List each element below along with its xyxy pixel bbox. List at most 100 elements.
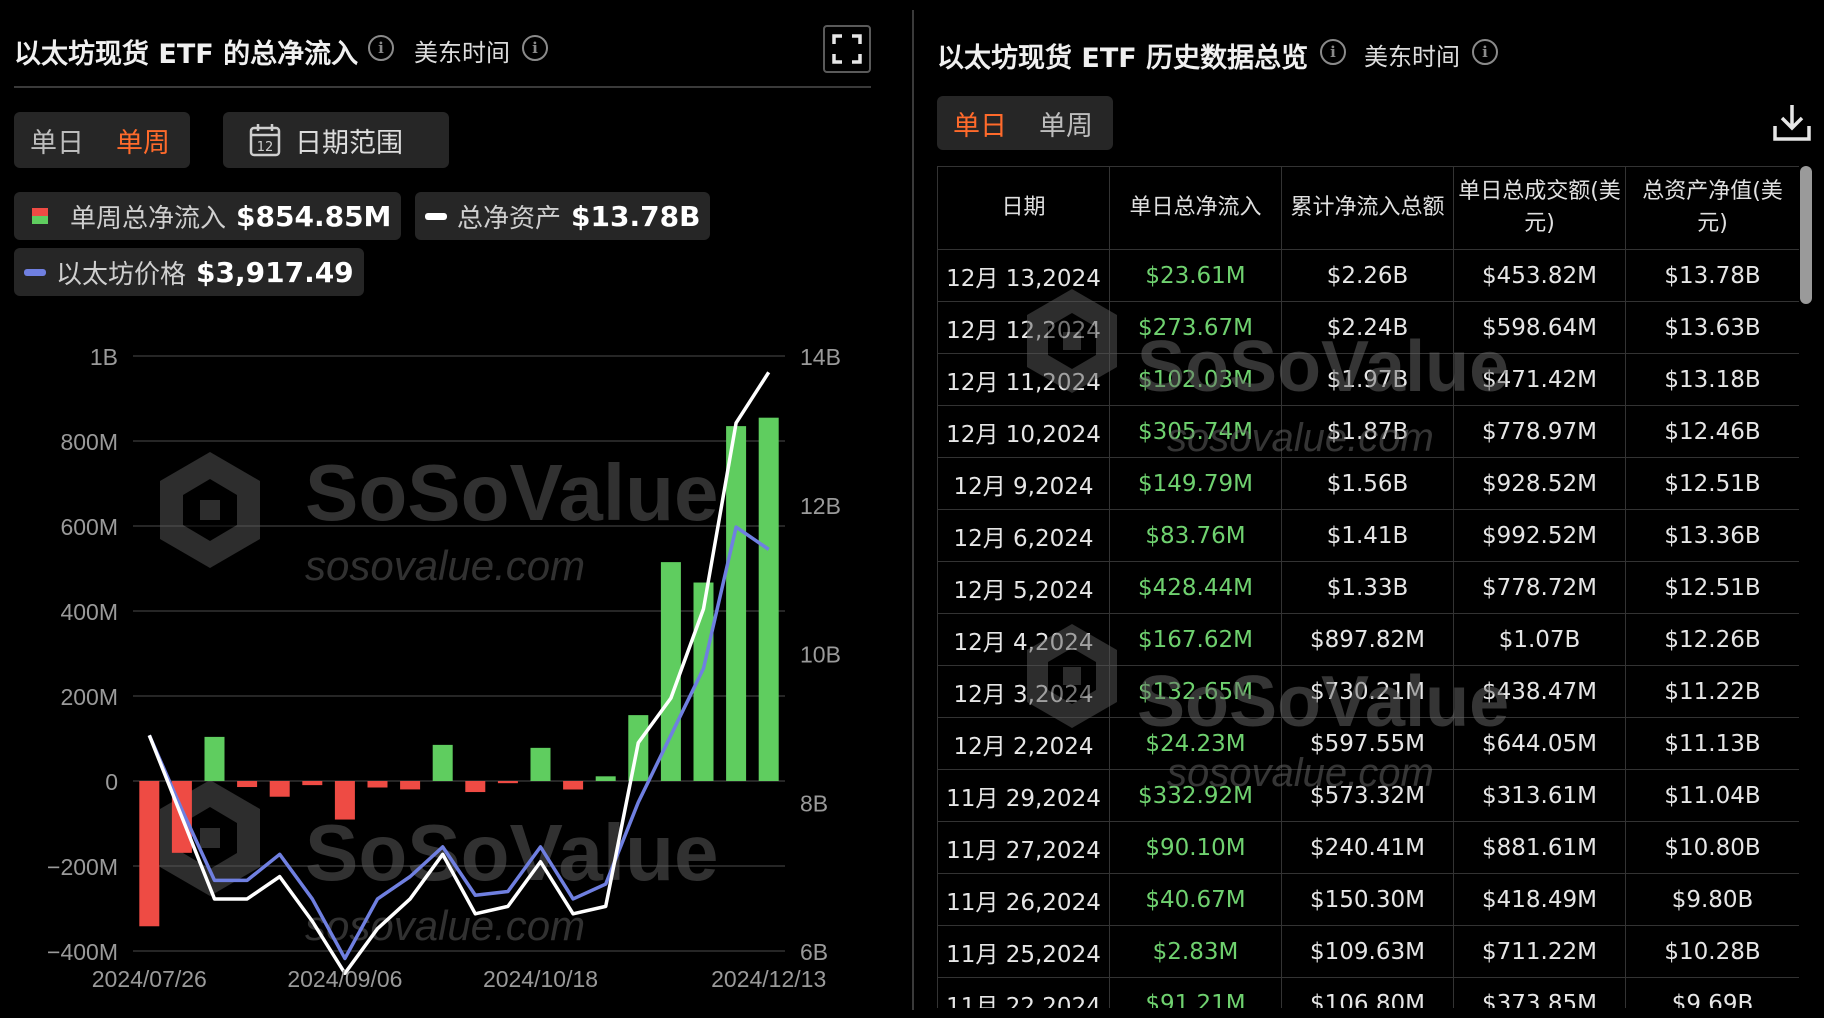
weekly-inflow-stat: 单周总净流入 $854.85M	[14, 192, 402, 240]
watermark-brand: SoSoValue	[305, 448, 718, 537]
left-axis-tick: 800M	[60, 429, 118, 455]
table-cell: $1.87B	[1281, 405, 1454, 458]
table-cell: $109.63M	[1281, 925, 1454, 978]
table-cell: $83.76M	[1109, 509, 1282, 562]
table-cell: $1.56B	[1281, 457, 1454, 510]
table-cell: $273.67M	[1109, 301, 1282, 354]
left-axis-tick: 400M	[60, 599, 118, 625]
table-cell: $644.05M	[1453, 717, 1626, 770]
date-range-label: 日期范围	[295, 127, 403, 159]
table-period-toggle: 单日 单周	[937, 96, 1113, 150]
tab-weekly[interactable]: 单周	[1023, 104, 1109, 143]
table-cell: $597.55M	[1281, 717, 1454, 770]
history-table: 日期 单日总净流入 累计净流入总额 单日总成交额(美元) 总资产净值(美元) 12月 1…	[937, 166, 1799, 1008]
inflow-bar	[563, 781, 584, 790]
period-toggle: 单日 单周	[14, 112, 190, 168]
inflow-bar	[595, 776, 616, 781]
right-axis-tick: 14B	[800, 344, 841, 370]
download-button[interactable]	[1772, 102, 1812, 146]
table-cell: $438.47M	[1453, 665, 1626, 718]
info-icon[interactable]: i	[1472, 39, 1498, 65]
inflow-bar	[269, 781, 290, 797]
table-cell: $149.79M	[1109, 457, 1282, 510]
table-cell: $897.82M	[1281, 613, 1454, 666]
table-scrollbar[interactable]	[1800, 166, 1812, 304]
table-row: 12月 9,2024 $149.79M $1.56B $928.52M $12.51B	[937, 457, 1799, 510]
right-axis-tick: 6B	[800, 939, 828, 965]
tab-daily[interactable]: 单日	[14, 121, 100, 160]
right-axis-tick: 12B	[800, 493, 841, 519]
inflow-bar	[367, 781, 388, 788]
left-axis-tick: −200M	[47, 854, 118, 880]
table-cell: 12月 12,2024	[937, 301, 1110, 354]
info-icon[interactable]: i	[1320, 39, 1346, 65]
inflow-bar	[726, 426, 747, 781]
table-row: 11月 22,2024 $91.21M $106.80M $373.85M $9.69B	[937, 977, 1799, 1008]
inflow-bar	[465, 781, 486, 793]
table-cell: 12月 4,2024	[937, 613, 1110, 666]
info-icon[interactable]: i	[368, 35, 394, 61]
table-cell: $778.72M	[1453, 561, 1626, 614]
table-cell: $598.64M	[1453, 301, 1626, 354]
table-cell: $10.80B	[1625, 821, 1799, 874]
net-assets-value: $13.78B	[571, 199, 701, 233]
table-cell: 11月 29,2024	[937, 769, 1110, 822]
inflow-bar	[334, 781, 355, 820]
calendar-day: 12	[257, 140, 274, 155]
watermark-logo-icon	[160, 452, 260, 568]
table-cell: $132.65M	[1109, 665, 1282, 718]
table-cell: $11.22B	[1625, 665, 1799, 718]
table-cell: $992.52M	[1453, 509, 1626, 562]
table-cell: $373.85M	[1453, 977, 1626, 1008]
table-cell: $23.61M	[1109, 249, 1282, 302]
table-cell: $305.74M	[1109, 405, 1282, 458]
eth-price-stat: 以太坊价格 $3,917.49	[14, 248, 364, 296]
table-cell: 11月 22,2024	[937, 977, 1110, 1008]
watermark-layer: SoSoValuesosovalue.comSoSoValuesosovalue…	[160, 448, 718, 949]
inflow-bar	[302, 781, 323, 786]
x-axis-tick: 2024/10/18	[483, 966, 598, 992]
table-row: 11月 26,2024 $40.67M $150.30M $418.49M $9.80B	[937, 873, 1799, 926]
weekly-inflow-value: $854.85M	[236, 199, 392, 233]
column-header: 日期	[937, 166, 1110, 250]
table-cell: $12.51B	[1625, 561, 1799, 614]
line-legend-icon	[24, 268, 46, 276]
table-cell: $711.22M	[1453, 925, 1626, 978]
eth-price-label: 以太坊价格	[56, 259, 187, 290]
eth-price-value: $3,917.49	[196, 255, 354, 289]
left-header-divider	[14, 86, 871, 88]
date-range-button[interactable]: 12 日期范围	[223, 112, 449, 168]
table-cell: 12月 10,2024	[937, 405, 1110, 458]
table-cell: $11.04B	[1625, 769, 1799, 822]
inflow-bar	[204, 736, 225, 781]
table-cell: 12月 2,2024	[937, 717, 1110, 770]
calendar-icon: 12	[223, 123, 295, 157]
table-cell: $12.26B	[1625, 613, 1799, 666]
net-assets-label: 总净资产	[457, 203, 562, 234]
tab-weekly[interactable]: 单周	[100, 121, 186, 160]
table-cell: $9.69B	[1625, 977, 1799, 1008]
inflow-bar	[758, 417, 779, 781]
table-cell: $106.80M	[1281, 977, 1454, 1008]
table-cell: $13.36B	[1625, 509, 1799, 562]
panel-divider	[912, 10, 914, 1010]
fullscreen-button[interactable]	[823, 25, 871, 73]
table-row: 11月 27,2024 $90.10M $240.41M $881.61M $10.80…	[937, 821, 1799, 874]
column-header: 累计净流入总额	[1281, 166, 1454, 250]
table-row: 12月 13,2024 $23.61M $2.26B $453.82M $13.78B	[937, 249, 1799, 302]
column-header: 单日总成交额(美元)	[1453, 166, 1626, 250]
inflow-bar	[497, 781, 518, 784]
right-axis-tick: 10B	[800, 642, 841, 668]
x-axis-tick: 2024/12/13	[711, 966, 826, 992]
table-cell: $40.67M	[1109, 873, 1282, 926]
inflow-bar	[400, 781, 421, 790]
left-axis-tick: 600M	[60, 514, 118, 540]
table-cell: $418.49M	[1453, 873, 1626, 926]
table-cell: $102.03M	[1109, 353, 1282, 406]
info-icon[interactable]: i	[522, 35, 548, 61]
timezone-label: 美东时间	[414, 39, 510, 67]
table-cell: $2.26B	[1281, 249, 1454, 302]
inflow-bar	[432, 744, 453, 781]
tab-daily[interactable]: 单日	[937, 104, 1023, 143]
table-cell: $471.42M	[1453, 353, 1626, 406]
